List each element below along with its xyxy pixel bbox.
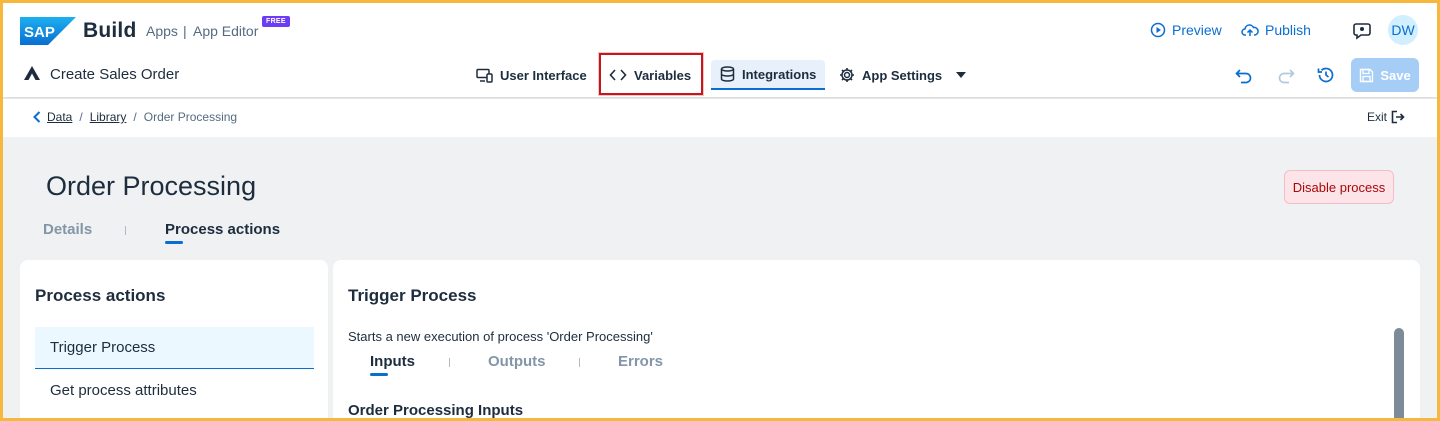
list-item-get-process-attributes[interactable]: Get process attributes xyxy=(35,370,314,410)
disable-process-button[interactable]: Disable process xyxy=(1284,170,1394,204)
gear-icon xyxy=(840,68,854,82)
active-subtab-indicator xyxy=(370,373,388,376)
breadcrumb-separator: / xyxy=(133,110,137,124)
shell-header: SAP Build Apps | App Editor FREE Preview… xyxy=(3,3,1437,97)
exit-label: Exit xyxy=(1367,110,1388,124)
scrollbar[interactable] xyxy=(1394,328,1404,418)
feedback-icon[interactable] xyxy=(1352,20,1374,42)
tab-user-interface[interactable]: User Interface xyxy=(468,60,595,90)
publish-label: Publish xyxy=(1265,22,1311,38)
panel-title: Process actions xyxy=(35,286,166,305)
breadcrumb-data[interactable]: Data xyxy=(47,110,72,124)
database-icon xyxy=(720,66,735,82)
tab-integrations-label: Integrations xyxy=(742,66,817,82)
list-item-trigger-process[interactable]: Trigger Process xyxy=(35,327,314,369)
brand-editor-label: App Editor xyxy=(193,23,259,39)
undo-icon[interactable] xyxy=(1233,64,1255,86)
tab-process-actions[interactable]: Process actions xyxy=(165,221,280,238)
free-badge: FREE xyxy=(262,16,290,27)
save-icon xyxy=(1360,68,1374,82)
tab-details[interactable]: Details xyxy=(43,221,92,238)
trigger-process-panel: Trigger Process Starts a new execution o… xyxy=(333,260,1420,418)
subtab-divider xyxy=(449,358,450,367)
active-tab-indicator xyxy=(165,241,183,244)
tab-divider xyxy=(125,226,126,235)
sap-logo-text: SAP xyxy=(24,24,55,41)
breadcrumb-bar: Data / Library / Order Processing Exit xyxy=(3,99,1437,137)
save-label: Save xyxy=(1380,67,1411,83)
tab-user-interface-label: User Interface xyxy=(500,67,587,83)
panel-title: Trigger Process xyxy=(348,286,477,305)
tab-app-settings[interactable]: App Settings xyxy=(831,60,975,90)
subtab-outputs[interactable]: Outputs xyxy=(488,353,546,370)
app-frame: SAP Build Apps | App Editor FREE Preview… xyxy=(3,3,1437,418)
play-circle-icon xyxy=(1150,22,1166,38)
subtab-errors[interactable]: Errors xyxy=(618,353,663,370)
user-avatar[interactable]: DW xyxy=(1388,15,1418,45)
breadcrumb-separator: / xyxy=(79,110,83,124)
exit-icon xyxy=(1391,110,1405,124)
section-title: Order Processing Inputs xyxy=(348,402,524,418)
process-actions-panel: Process actions Trigger Process Get proc… xyxy=(20,260,328,418)
monitor-phone-icon xyxy=(476,68,493,83)
brand-separator: | xyxy=(183,23,187,39)
caret-down-icon[interactable] xyxy=(955,70,967,80)
panel-description: Starts a new execution of process 'Order… xyxy=(348,329,653,344)
tab-app-settings-label: App Settings xyxy=(862,67,943,83)
subtab-divider xyxy=(579,358,580,367)
breadcrumb-current: Order Processing xyxy=(143,110,238,124)
page-title: Order Processing xyxy=(46,171,257,201)
preview-button[interactable]: Preview xyxy=(1150,22,1222,38)
sap-logo: SAP xyxy=(20,17,76,45)
brand-apps-link[interactable]: Apps xyxy=(146,23,178,39)
subtab-inputs[interactable]: Inputs xyxy=(370,353,415,370)
history-icon[interactable] xyxy=(1315,64,1337,86)
exit-button[interactable]: Exit xyxy=(1367,110,1405,124)
app-logo-icon xyxy=(24,66,40,80)
preview-label: Preview xyxy=(1172,22,1222,38)
publish-button[interactable]: Publish xyxy=(1241,22,1311,38)
product-name: Build xyxy=(83,19,137,42)
variables-highlight-box xyxy=(599,53,703,95)
redo-icon[interactable] xyxy=(1275,64,1297,86)
tab-integrations[interactable]: Integrations xyxy=(711,60,826,90)
cloud-upload-icon xyxy=(1241,24,1259,36)
chevron-left-icon[interactable] xyxy=(32,111,42,123)
breadcrumb-library[interactable]: Library xyxy=(90,110,127,124)
app-title: Create Sales Order xyxy=(50,66,180,83)
breadcrumb: Data / Library / Order Processing xyxy=(32,110,237,124)
save-button[interactable]: Save xyxy=(1351,58,1419,92)
